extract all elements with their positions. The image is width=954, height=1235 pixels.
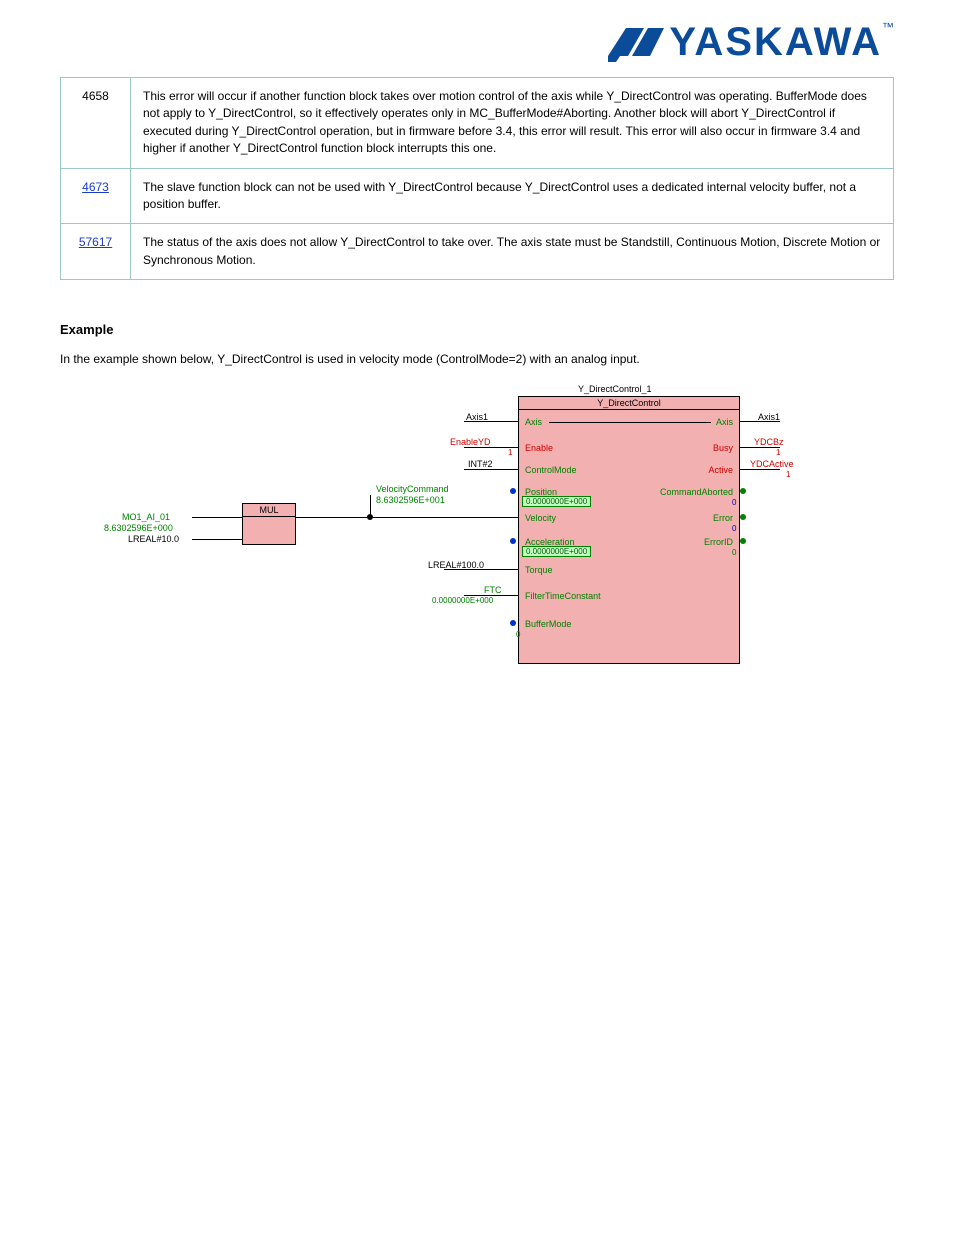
error-code-cell: 4673 bbox=[61, 168, 131, 224]
ftc-in-val: FTC bbox=[484, 585, 502, 595]
axis-in-val: Axis1 bbox=[466, 412, 488, 422]
logo-text: YASKAWA bbox=[669, 20, 882, 64]
active-out-num: 1 bbox=[786, 470, 790, 479]
wire bbox=[464, 469, 518, 470]
unconnected-dot-icon bbox=[740, 488, 746, 494]
fbd-diagram: MUL MO1_AI_01 8.6302596E+000 LREAL#10.0 … bbox=[104, 384, 864, 684]
axis-out-val: Axis1 bbox=[758, 412, 780, 422]
table-row: 57617 The status of the axis does not al… bbox=[61, 224, 894, 280]
enable-in-num: 1 bbox=[508, 448, 512, 457]
mul-title: MUL bbox=[243, 504, 295, 517]
mul-in1-val: 8.6302596E+000 bbox=[104, 523, 173, 533]
port-error: Error bbox=[713, 513, 733, 523]
error-code-link[interactable]: 57617 bbox=[79, 235, 112, 249]
error-num: 0 bbox=[732, 524, 736, 533]
buffer-in-num: 0 bbox=[516, 630, 520, 639]
block-type: Y_DirectControl bbox=[519, 397, 739, 410]
table-row: 4673 The slave function block can not be… bbox=[61, 168, 894, 224]
yaskawa-logo: YASKAWA™ bbox=[606, 20, 894, 65]
position-val: 0.0000000E+000 bbox=[522, 496, 591, 507]
accel-val: 0.0000000E+000 bbox=[522, 546, 591, 557]
errorid-num: 0 bbox=[732, 548, 736, 557]
busy-out-num: 1 bbox=[776, 448, 780, 457]
port-axis: Axis bbox=[525, 417, 542, 427]
instance-name: Y_DirectControl_1 bbox=[578, 384, 652, 394]
wire bbox=[296, 517, 370, 518]
example-description: In the example shown below, Y_DirectCont… bbox=[60, 351, 894, 368]
table-row: 4658 This error will occur if another fu… bbox=[61, 78, 894, 169]
mul-in2: LREAL#10.0 bbox=[128, 534, 179, 544]
port-enable: Enable bbox=[525, 443, 553, 453]
port-filter: FilterTimeConstant bbox=[525, 591, 601, 601]
enable-in-val: EnableYD bbox=[450, 437, 491, 447]
busy-out-val: YDCBz bbox=[754, 437, 784, 447]
unconnected-dot-icon bbox=[510, 488, 516, 494]
wire bbox=[370, 517, 518, 518]
axis-through-line bbox=[549, 422, 711, 423]
port-errorid: ErrorID bbox=[704, 537, 733, 547]
ftc-in-num: 0.0000000E+000 bbox=[432, 596, 493, 605]
unconnected-dot-icon bbox=[510, 620, 516, 626]
cm-in-val: INT#2 bbox=[468, 459, 493, 469]
mul-in1-name: MO1_AI_01 bbox=[122, 512, 170, 522]
error-desc-cell: This error will occur if another functio… bbox=[131, 78, 894, 169]
logo-mark-icon bbox=[606, 22, 666, 64]
port-buffermode: BufferMode bbox=[525, 619, 571, 629]
port-cmdaborted: CommandAborted bbox=[660, 487, 733, 497]
velocity-cmd-val: 8.6302596E+001 bbox=[376, 495, 445, 505]
logo-tm: ™ bbox=[882, 20, 894, 34]
error-code-cell: 4658 bbox=[61, 78, 131, 169]
error-code-link[interactable]: 4673 bbox=[82, 180, 109, 194]
port-controlmode: ControlMode bbox=[525, 465, 577, 475]
cmdab-num: 0 bbox=[732, 498, 736, 507]
error-desc-cell: The slave function block can not be used… bbox=[131, 168, 894, 224]
y-directcontrol-block: Y_DirectControl Axis Enable ControlMode … bbox=[518, 396, 740, 664]
section-title: Example bbox=[60, 322, 894, 337]
wire bbox=[740, 447, 780, 448]
velocity-cmd-label: VelocityCommand bbox=[376, 484, 449, 494]
wire bbox=[192, 539, 242, 540]
port-busy: Busy bbox=[713, 443, 733, 453]
wire bbox=[192, 517, 242, 518]
port-axis-out: Axis bbox=[716, 417, 733, 427]
unconnected-dot-icon bbox=[740, 538, 746, 544]
junction-dot-icon bbox=[367, 514, 373, 520]
mul-block: MUL bbox=[242, 503, 296, 545]
torque-in-val: LREAL#100.0 bbox=[428, 560, 484, 570]
active-out-val: YDCActive bbox=[750, 459, 794, 469]
error-desc-cell: The status of the axis does not allow Y_… bbox=[131, 224, 894, 280]
error-code-cell: 57617 bbox=[61, 224, 131, 280]
unconnected-dot-icon bbox=[510, 538, 516, 544]
port-velocity: Velocity bbox=[525, 513, 556, 523]
port-torque: Torque bbox=[525, 565, 553, 575]
wire bbox=[740, 469, 780, 470]
error-table: 4658 This error will occur if another fu… bbox=[60, 77, 894, 280]
unconnected-dot-icon bbox=[740, 514, 746, 520]
error-code-text: 4658 bbox=[82, 89, 109, 103]
port-active: Active bbox=[708, 465, 733, 475]
logo-area: YASKAWA™ bbox=[60, 20, 894, 65]
